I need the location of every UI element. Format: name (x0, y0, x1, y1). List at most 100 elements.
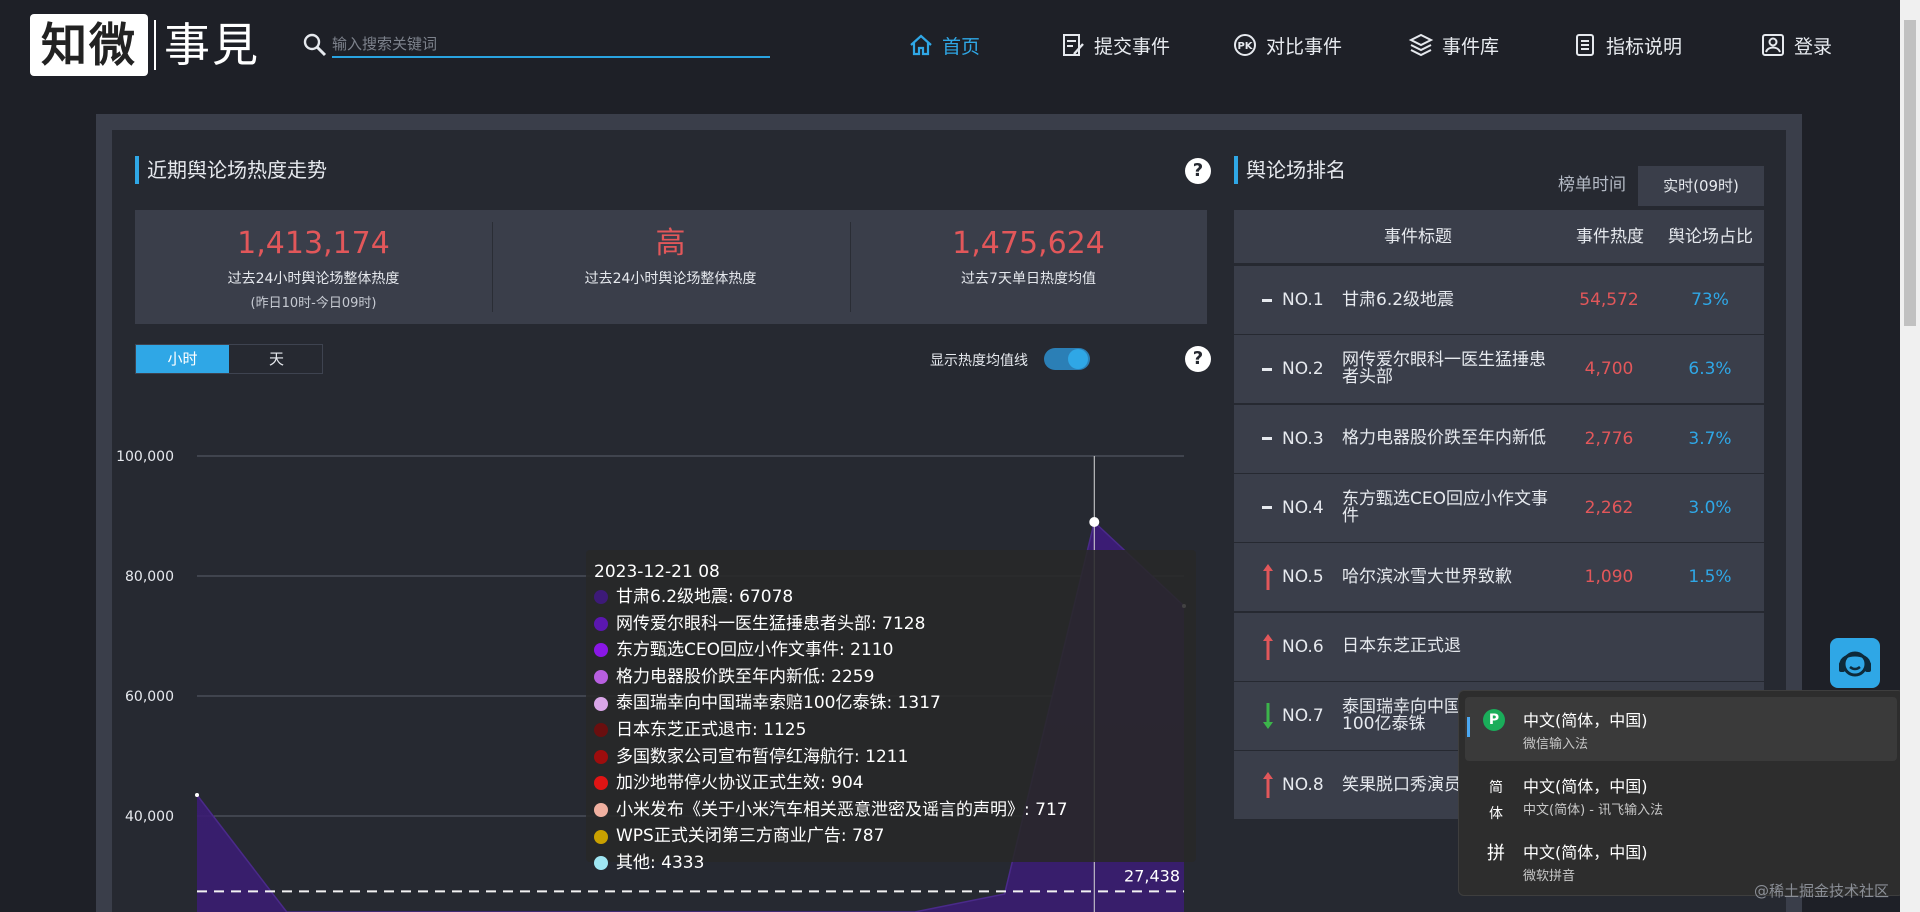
svg-text:PK: PK (1237, 41, 1253, 52)
ranking-row[interactable]: NO.2 网传爱尔眼科一医生猛捶患者头部 4,700 6.3% (1234, 335, 1764, 404)
trend-indicator (1262, 474, 1272, 542)
ranking-row[interactable]: NO.5 哈尔滨冰雪大世界致歉 1,090 1.5% (1234, 543, 1764, 612)
tab-day[interactable]: 天 (230, 345, 323, 373)
page-scrollbar[interactable] (1900, 0, 1920, 912)
tooltip-row-text: 东方甄选CEO回应小作文事件: 2110 (616, 640, 894, 661)
tooltip-row-text: 网传爱尔眼科一医生猛捶患者头部: 7128 (616, 613, 926, 634)
header-title: 事件标题 (1384, 227, 1452, 247)
ranking-row[interactable]: NO.4 东方甄选CEO回应小作文事件 2,262 3.0% (1234, 473, 1764, 542)
y-tick-label: 40,000 (125, 809, 174, 825)
ime-option-xunfei[interactable]: 简体 中文(简体，中国) 中文(简体) - 讯飞输入法 (1465, 763, 1897, 827)
watermark: @稀土掘金技术社区 (1754, 882, 1890, 900)
nav-submit[interactable]: 提交事件 (1060, 28, 1170, 62)
mean-line-toggle[interactable] (1044, 348, 1090, 370)
nav-indicators-label: 指标说明 (1606, 35, 1683, 58)
nav-library-label: 事件库 (1442, 35, 1500, 58)
scroll-thumb[interactable] (1904, 20, 1916, 326)
trend-indicator (1262, 405, 1272, 473)
ranking-title: 舆论场排名 (1234, 154, 1346, 186)
series-dot (594, 749, 608, 764)
chart-help-icon[interactable]: ? (1185, 346, 1211, 372)
logo-divider (154, 20, 156, 70)
tooltip-row: 其他: 4333 (594, 850, 1188, 877)
pk-icon: PK (1234, 34, 1256, 56)
toggle-knob (1068, 349, 1088, 369)
nav-library[interactable]: 事件库 (1408, 28, 1499, 62)
trend-help-icon[interactable]: ? (1185, 158, 1211, 184)
nav-compare[interactable]: PK 对比事件 (1232, 28, 1342, 62)
rank-number: NO.4 (1282, 497, 1324, 518)
site-logo[interactable]: 知微 事見 (30, 14, 262, 76)
series-dot (594, 723, 608, 738)
trend-title: 近期舆论场热度走势 (135, 154, 327, 186)
logo-main: 知微 (30, 14, 148, 76)
tooltip-row-text: 泰国瑞幸向中国瑞幸索赔100亿泰铢: 1317 (616, 693, 941, 714)
rank-event-title[interactable]: 日本东芝正式退 (1342, 613, 1557, 681)
series-dot (594, 643, 608, 658)
stat-value: 高 (655, 226, 686, 261)
ime-selected-bar (1467, 717, 1470, 737)
home-icon (910, 34, 932, 56)
headset-icon (1839, 651, 1871, 677)
layers-icon (1408, 33, 1434, 57)
trend-indicator (1262, 266, 1272, 334)
ranking-row[interactable]: NO.6 日本东芝正式退 (1234, 612, 1764, 681)
ime-sub: 中文(简体) - 讯飞输入法 (1523, 803, 1664, 818)
tooltip-row-text: 小米发布《关于小米汽车相关恶意泄密及谣言的声明》: 717 (616, 799, 1068, 820)
ranking-time-label: 榜单时间 (1558, 175, 1626, 195)
tooltip-row: 小米发布《关于小米汽车相关恶意泄密及谣言的声明》: 717 (594, 797, 1188, 824)
ime-name: 中文(简体，中国) (1523, 843, 1648, 862)
rank-heat: 54,572 (1579, 290, 1639, 310)
stat-sub: (昨日10时-今日09时) (250, 296, 377, 311)
y-tick-label: 100,000 (116, 449, 174, 465)
tab-hour[interactable]: 小时 (136, 345, 229, 373)
tooltip-row-text: 日本东芝正式退市: 1125 (616, 719, 807, 740)
rank-event-title[interactable]: 甘肃6.2级地震 (1342, 266, 1557, 334)
search-input[interactable] (332, 32, 770, 58)
submit-icon (1063, 34, 1084, 56)
mean-line-toggle-label: 显示热度均值线 (930, 353, 1028, 369)
rank-share: 6.3% (1688, 359, 1732, 380)
y-tick-label: 80,000 (125, 569, 174, 585)
nav-home[interactable]: 首页 (908, 28, 980, 62)
ime-sub: 微软拼音 (1523, 869, 1576, 884)
trend-flat-icon (1262, 298, 1272, 302)
rank-number: NO.5 (1282, 567, 1324, 588)
rank-number: NO.6 (1282, 636, 1324, 657)
rank-share: 73% (1691, 290, 1729, 310)
nav-login-label: 登录 (1794, 35, 1833, 58)
rank-number: NO.8 (1282, 775, 1324, 796)
search-icon[interactable] (302, 32, 328, 58)
trend-flat-icon (1262, 367, 1272, 371)
stat-24h-level: 高 过去24小时舆论场整体热度 (492, 210, 849, 324)
rank-heat: 2,262 (1584, 497, 1634, 518)
ranking-row[interactable]: NO.3 格力电器股价跌至年内新低 2,776 3.7% (1234, 404, 1764, 473)
user-icon (1762, 34, 1784, 56)
tooltip-row-text: 多国数家公司宣布暂停红海航行: 1211 (616, 746, 909, 767)
rank-event-title[interactable]: 网传爱尔眼科一医生猛捶患者头部 (1342, 335, 1557, 403)
tooltip-row: 网传爱尔眼科一医生猛捶患者头部: 7128 (594, 611, 1188, 638)
rank-event-title[interactable]: 格力电器股价跌至年内新低 (1342, 405, 1557, 473)
nav-login[interactable]: 登录 (1760, 28, 1832, 62)
ranking-row[interactable]: NO.1 甘肃6.2级地震 54,572 73% (1234, 266, 1764, 334)
ranking-time-select[interactable]: 实时(09时) (1638, 166, 1764, 206)
tooltip-row-text: 格力电器股价跌至年内新低: 2259 (616, 666, 875, 687)
document-icon (1576, 34, 1594, 56)
stats-panel: 1,413,174 过去24小时舆论场整体热度 (昨日10时-今日09时) 高 … (135, 210, 1207, 324)
series-dot (594, 590, 608, 605)
rank-event-title[interactable]: 哈尔滨冰雪大世界致歉 (1342, 543, 1557, 611)
nav-indicators[interactable]: 指标说明 (1572, 28, 1682, 62)
nav-submit-label: 提交事件 (1094, 35, 1171, 58)
rank-event-title[interactable]: 东方甄选CEO回应小作文事件 (1342, 474, 1557, 542)
trend-indicator (1262, 613, 1274, 681)
tooltip-row: 东方甄选CEO回应小作文事件: 2110 (594, 637, 1188, 664)
header-share: 舆论场占比 (1668, 227, 1753, 247)
tooltip-row: 日本东芝正式退市: 1125 (594, 717, 1188, 744)
top-bar: 知微 事見 首页 提交事件 PK 对比事件 事件库 指标说明 (0, 0, 1900, 92)
customer-service-button[interactable] (1830, 638, 1880, 688)
trend-up-icon (1263, 564, 1273, 591)
rank-heat: 1,090 (1584, 567, 1634, 588)
ime-option-wechat[interactable]: P 中文(简体，中国) 微信输入法 (1465, 697, 1897, 761)
trend-indicator (1262, 751, 1274, 819)
chart-tooltip: 2023-12-21 08 甘肃6.2级地震: 67078 网传爱尔眼科一医生猛捶… (586, 550, 1196, 873)
